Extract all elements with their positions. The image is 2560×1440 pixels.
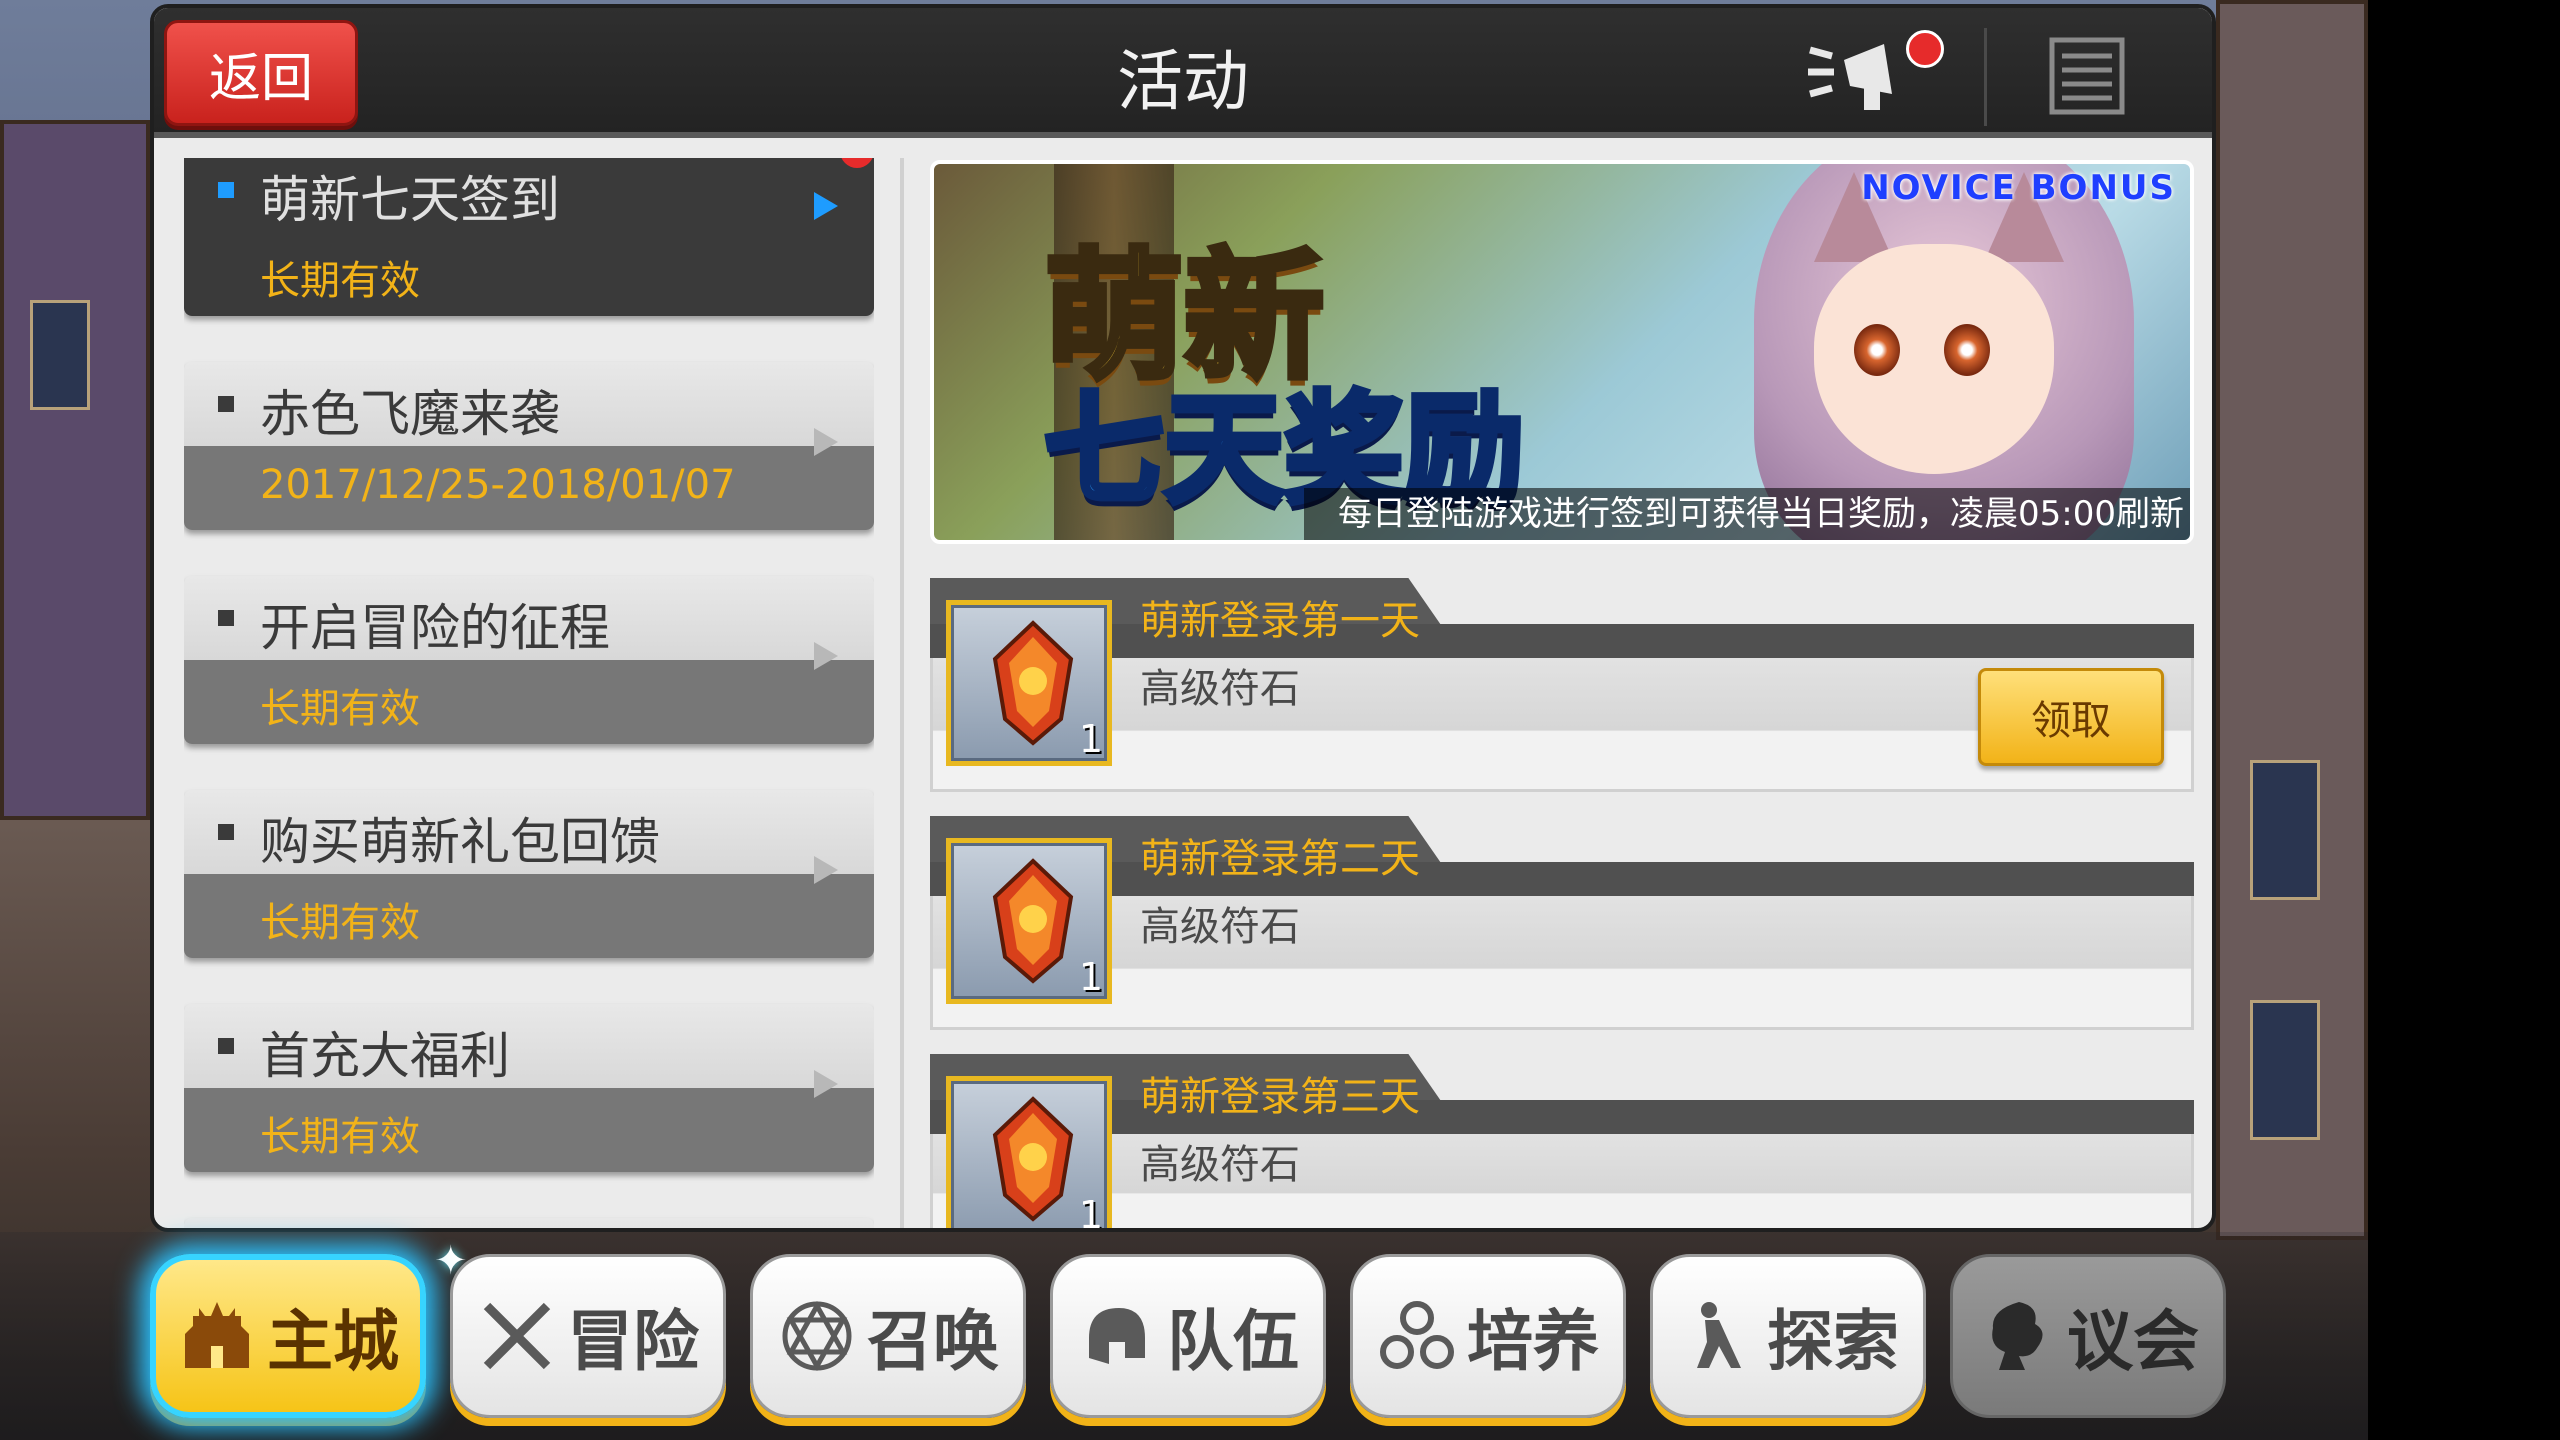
activity-item-novice-signin[interactable]: 萌新七天签到 长期有效: [184, 158, 874, 316]
rune-stone-icon: [992, 620, 1074, 746]
activity-name: 购买萌新礼包回馈: [260, 813, 660, 871]
nav-train-button[interactable]: 培养: [1350, 1254, 1626, 1418]
reward-icon-box[interactable]: 1: [946, 600, 1112, 766]
nav-explore-button[interactable]: 探索: [1650, 1254, 1926, 1418]
claim-button[interactable]: 领取: [1978, 668, 2164, 766]
reward-quantity: 1: [1078, 955, 1103, 999]
reward-day-label: 萌新登录第二天: [1140, 836, 1420, 882]
bullet-icon: [218, 1038, 234, 1054]
activity-item-adventure-journey[interactable]: 开启冒险的征程 长期有效: [184, 576, 874, 744]
nav-adventure-button[interactable]: 冒险: [450, 1254, 726, 1418]
activity-period: 长期有效: [260, 258, 420, 304]
hexagram-icon: [777, 1296, 857, 1376]
reward-icon-box[interactable]: 1: [946, 838, 1112, 1004]
activity-list[interactable]: 萌新七天签到 长期有效 赤色飞魔来袭 2017/12/25-2018/01/07…: [184, 158, 874, 1228]
play-arrow-icon: [814, 642, 838, 670]
activity-name: 赤色飞魔来袭: [260, 385, 560, 443]
lion-crest-icon: [1977, 1296, 2057, 1376]
play-arrow-icon: [814, 192, 838, 220]
activity-name: 开启冒险的征程: [260, 599, 610, 657]
activity-item-first-recharge[interactable]: 首充大福利 长期有效: [184, 1004, 874, 1172]
bullet-icon: [218, 396, 234, 412]
nav-label: 召唤: [867, 1303, 999, 1380]
play-arrow-icon: [814, 1070, 838, 1098]
reward-row-day3: 1 萌新登录第三天 高级符石: [930, 1054, 2194, 1232]
activity-period: 长期有效: [260, 900, 420, 946]
reward-quantity: 1: [1078, 1193, 1103, 1232]
nav-team-button[interactable]: 队伍: [1050, 1254, 1326, 1418]
activity-item-red-demon[interactable]: 赤色飞魔来袭 2017/12/25-2018/01/07: [184, 362, 874, 530]
castle-icon: [177, 1296, 257, 1376]
novice-bonus-banner: NOVICE BONUS 萌新 七天奖励 每日登陆游戏进行签到可获得当日奖励，凌…: [930, 160, 2194, 544]
reward-quantity: 1: [1078, 717, 1103, 761]
letterbox-bar: [2368, 0, 2560, 1440]
rune-stone-icon: [992, 1096, 1074, 1222]
nav-label: 探索: [1767, 1303, 1899, 1380]
reward-row-day2: 1 萌新登录第二天 高级符石: [930, 816, 2194, 1030]
nav-label: 议会: [2067, 1303, 2199, 1380]
activity-period: 2017/12/25-2018/01/07: [260, 462, 736, 508]
nav-label: 冒险: [567, 1303, 699, 1380]
rune-stone-icon: [992, 858, 1074, 984]
reward-day-label: 萌新登录第三天: [1140, 1074, 1420, 1120]
reward-item-name: 高级符石: [1140, 904, 1300, 950]
nav-main-city-button[interactable]: 主城: [150, 1254, 426, 1418]
activity-name: 首充大福利: [260, 1027, 510, 1085]
nav-summon-button[interactable]: 召唤: [750, 1254, 1026, 1418]
nav-label: 主城: [267, 1303, 399, 1380]
activity-panel: 返回 活动 萌新七天签到 长期有效 赤色飞魔来袭 2017/12/25-2018…: [150, 4, 2216, 1232]
activity-period: 长期有效: [260, 1114, 420, 1160]
reward-item-name: 高级符石: [1140, 1142, 1300, 1188]
activity-name: 萌新七天签到: [260, 171, 560, 229]
crossed-swords-icon: [477, 1296, 557, 1376]
play-arrow-icon: [814, 856, 838, 884]
helmet-icon: [1077, 1296, 1157, 1376]
reward-day-label: 萌新登录第一天: [1140, 598, 1420, 644]
document-list-icon[interactable]: [2044, 36, 2134, 116]
nav-label: 队伍: [1167, 1303, 1299, 1380]
panel-header: 返回 活动: [154, 8, 2212, 138]
banner-tag: NOVICE BONUS: [1861, 168, 2176, 208]
gears-icon: [1377, 1296, 1457, 1376]
reward-row-day1: 1 萌新登录第一天 高级符石 领取: [930, 578, 2194, 792]
activity-item-novice-pack[interactable]: 购买萌新礼包回馈 长期有效: [184, 790, 874, 958]
banner-caption: 每日登陆游戏进行签到可获得当日奖励，凌晨05:00刷新: [1304, 488, 2190, 540]
play-arrow-icon: [814, 428, 838, 456]
bullet-icon: [218, 610, 234, 626]
nav-label: 培养: [1467, 1303, 1599, 1380]
header-divider: [1984, 28, 1987, 126]
notification-dot: [1906, 30, 1944, 68]
megaphone-icon[interactable]: [1804, 30, 1914, 120]
explorer-icon: [1677, 1296, 1757, 1376]
list-divider: [900, 158, 904, 1228]
bullet-icon: [218, 824, 234, 840]
nav-council-button[interactable]: 议会: [1950, 1254, 2226, 1418]
reward-item-name: 高级符石: [1140, 666, 1300, 712]
activity-item-more[interactable]: [184, 1218, 874, 1228]
bullet-icon: [218, 182, 234, 198]
reward-icon-box[interactable]: 1: [946, 1076, 1112, 1232]
activity-period: 长期有效: [260, 686, 420, 732]
